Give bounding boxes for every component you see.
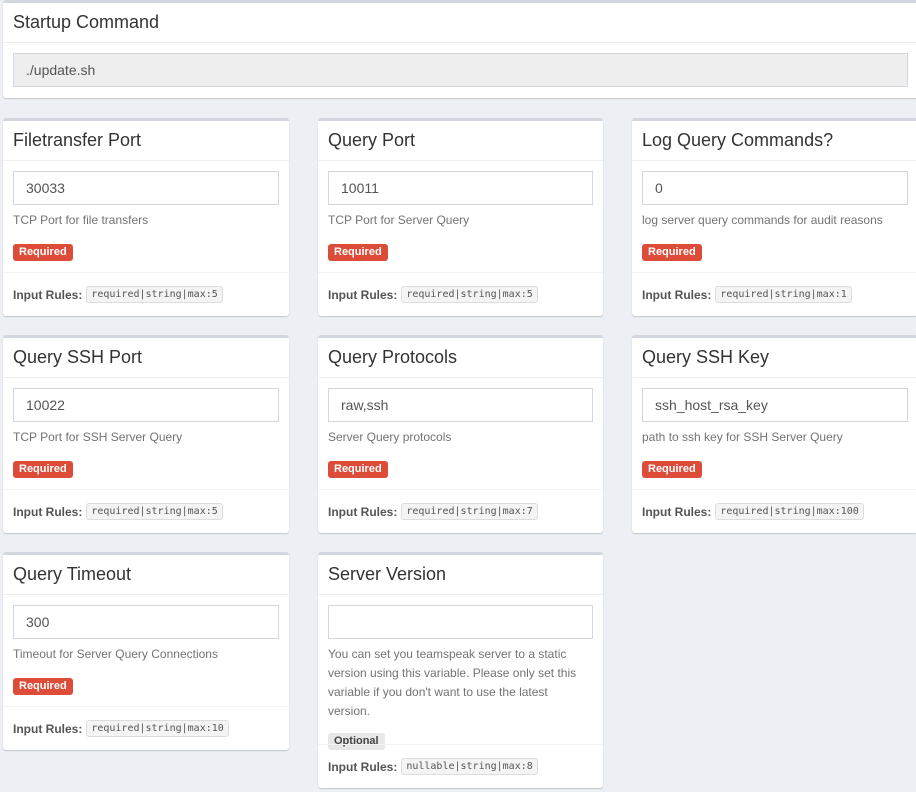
required-badge: Required — [328, 244, 388, 261]
variable-header: Filetransfer Port — [3, 121, 289, 161]
server-version-input[interactable] — [328, 605, 593, 639]
input-rules-footer: Input Rules: required|string|max:5 — [3, 489, 289, 533]
variable-title: Query Timeout — [13, 564, 132, 584]
input-rules-code: required|string|max:100 — [715, 503, 864, 520]
variable-header: Log Query Commands? — [632, 121, 916, 161]
query-timeout-input[interactable]: 300 — [13, 605, 279, 639]
variable-title: Log Query Commands? — [642, 130, 834, 150]
variable-header: Query Port — [318, 121, 603, 161]
variable-title: Server Version — [328, 564, 447, 584]
log-query-commands-input[interactable]: 0 — [642, 171, 908, 205]
query-ssh-port-input[interactable]: 10022 — [13, 388, 279, 422]
input-rules-footer: Input Rules: required|string|max:100 — [632, 489, 916, 533]
input-rules-footer: Input Rules: required|string|max:5 — [318, 272, 603, 316]
variable-header: Query Timeout — [3, 555, 289, 595]
input-rules-label: Input Rules: — [13, 287, 83, 302]
variable-title: Query Port — [328, 130, 416, 150]
input-rules-footer: Input Rules: required|string|max:7 — [318, 489, 603, 533]
variable-card-query-protocols: Query Protocols raw,ssh Server Query pro… — [318, 335, 603, 533]
required-badge: Required — [642, 461, 702, 478]
query-protocols-input[interactable]: raw,ssh — [328, 388, 593, 422]
variable-card-query-ssh-port: Query SSH Port 10022 TCP Port for SSH Se… — [3, 335, 289, 533]
query-ssh-key-input[interactable]: ssh_host_rsa_key — [642, 388, 908, 422]
variable-header: Query SSH Port — [3, 338, 289, 378]
input-rules-code: required|string|max:5 — [86, 503, 223, 520]
input-rules-label: Input Rules: — [328, 504, 398, 519]
input-rules-code: nullable|string|max:8 — [401, 758, 538, 775]
variable-description: TCP Port for SSH Server Query — [13, 430, 183, 444]
variable-title: Query Protocols — [328, 347, 458, 367]
input-rules-label: Input Rules: — [328, 287, 398, 302]
variable-description: Timeout for Server Query Connections — [13, 647, 218, 661]
required-badge: Required — [13, 244, 73, 261]
startup-command-header: Startup Command — [3, 3, 916, 43]
filetransfer-port-input[interactable]: 30033 — [13, 171, 279, 205]
input-rules-code: required|string|max:1 — [715, 286, 852, 303]
input-rules-label: Input Rules: — [13, 504, 83, 519]
input-rules-code: required|string|max:7 — [401, 503, 538, 520]
variable-card-query-timeout: Query Timeout 300 Timeout for Server Que… — [3, 552, 289, 750]
startup-command-panel: Startup Command ./update.sh — [3, 0, 916, 98]
required-badge: Required — [13, 678, 73, 695]
input-rules-footer: Input Rules: required|string|max:5 — [3, 272, 289, 316]
variable-title: Query SSH Port — [13, 347, 143, 367]
variable-description: path to ssh key for SSH Server Query — [642, 430, 843, 444]
input-rules-footer: Input Rules: nullable|string|max:8 — [318, 744, 603, 788]
variable-title: Query SSH Key — [642, 347, 770, 367]
variable-title: Filetransfer Port — [13, 130, 142, 150]
required-badge: Required — [642, 244, 702, 261]
variable-header: Server Version — [318, 555, 603, 595]
required-badge: Required — [13, 461, 73, 478]
required-badge: Required — [328, 461, 388, 478]
input-rules-label: Input Rules: — [328, 759, 398, 774]
input-rules-footer: Input Rules: required|string|max:10 — [3, 706, 289, 750]
query-port-input[interactable]: 10011 — [328, 171, 593, 205]
input-rules-code: required|string|max:5 — [86, 286, 223, 303]
variable-card-server-version: Server Version You can set you teamspeak… — [318, 552, 603, 788]
startup-command-title: Startup Command — [13, 12, 160, 32]
variable-description: You can set you teamspeak server to a st… — [328, 647, 577, 718]
variable-card-query-port: Query Port 10011 TCP Port for Server Que… — [318, 118, 603, 316]
variable-header: Query SSH Key — [632, 338, 916, 378]
input-rules-code: required|string|max:10 — [86, 720, 229, 737]
input-rules-label: Input Rules: — [13, 721, 83, 736]
startup-command-field: ./update.sh — [13, 53, 908, 87]
input-rules-label: Input Rules: — [642, 287, 712, 302]
variable-card-log-query-commands: Log Query Commands? 0 log server query c… — [632, 118, 916, 316]
variable-description: TCP Port for Server Query — [328, 213, 470, 227]
variable-description: Server Query protocols — [328, 430, 452, 444]
variable-description: log server query commands for audit reas… — [642, 213, 883, 227]
input-rules-label: Input Rules: — [642, 504, 712, 519]
variable-header: Query Protocols — [318, 338, 603, 378]
variable-description: TCP Port for file transfers — [13, 213, 149, 227]
input-rules-code: required|string|max:5 — [401, 286, 538, 303]
variable-card-query-ssh-key: Query SSH Key ssh_host_rsa_key path to s… — [632, 335, 916, 533]
input-rules-footer: Input Rules: required|string|max:1 — [632, 272, 916, 316]
variable-card-filetransfer-port: Filetransfer Port 30033 TCP Port for fil… — [3, 118, 289, 316]
